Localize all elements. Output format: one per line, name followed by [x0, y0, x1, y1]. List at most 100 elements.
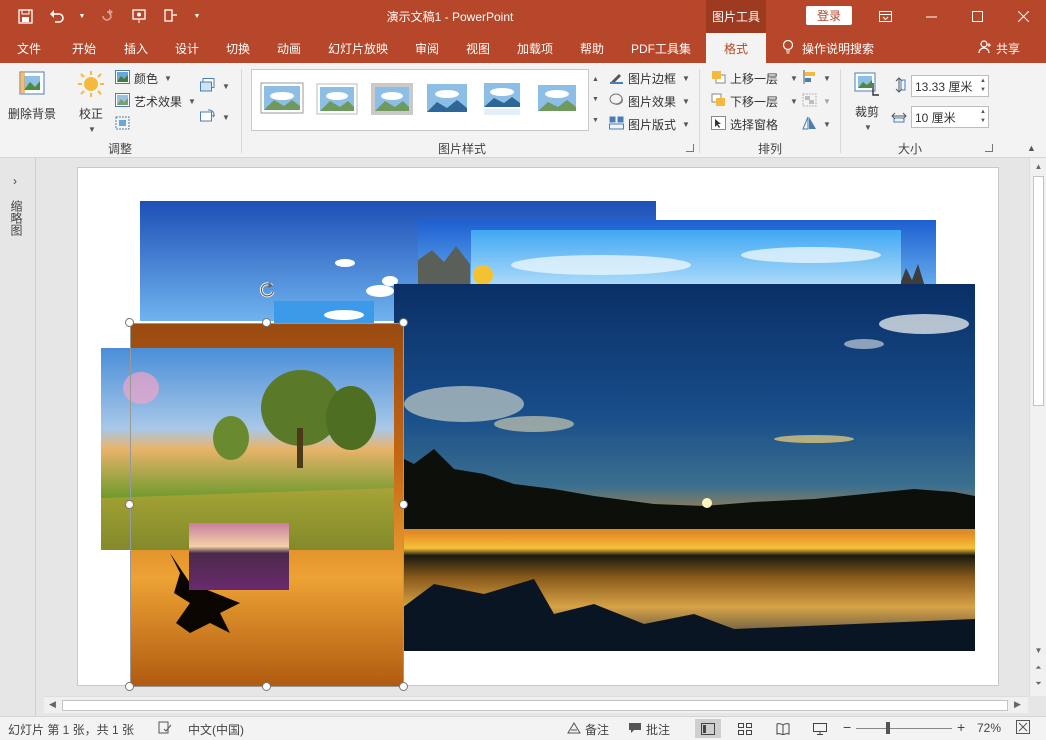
comments-button[interactable]: 批注 [628, 721, 670, 738]
fit-slide-icon[interactable] [1016, 720, 1030, 734]
dialog-launcher-icon[interactable] [686, 144, 694, 152]
picture-sunset-lake[interactable] [394, 284, 975, 651]
picture-style-thumbnail[interactable] [370, 82, 414, 118]
chevron-down-icon: ▼ [222, 82, 230, 91]
picture-small-sky[interactable] [274, 301, 374, 323]
picture-border-button[interactable]: 图片边框 ▼ [609, 70, 690, 87]
resize-handle-top-left[interactable] [125, 318, 134, 327]
artistic-effects-button[interactable]: 艺术效果 ▼ [115, 93, 196, 110]
resize-handle-bottom-right[interactable] [399, 682, 408, 691]
selection-pane-button[interactable]: 选择窗格 [711, 116, 778, 133]
picture-style-thumbnail[interactable] [535, 82, 579, 118]
horizontal-scroll-thumb[interactable] [62, 700, 1008, 711]
chevron-up-icon[interactable]: ▲ [592, 76, 599, 83]
resize-handle-top[interactable] [262, 318, 271, 327]
change-picture-button[interactable]: ▼ [200, 109, 230, 126]
slide-count-text[interactable]: 幻灯片 第 1 张，共 1 张 [8, 721, 134, 738]
shape-width-field[interactable]: 10 厘米 ▲ ▼ [911, 106, 989, 128]
signin-button[interactable]: 登录 [806, 6, 852, 25]
tab-format[interactable]: 格式 [706, 33, 766, 63]
slide-canvas[interactable] [77, 167, 999, 691]
picture-style-thumbnail[interactable] [260, 82, 304, 118]
next-slide-icon[interactable]: ⏷ [1030, 679, 1046, 689]
previous-slide-icon[interactable]: ⏶ [1030, 663, 1046, 673]
scroll-left-icon[interactable]: ◀ [49, 699, 56, 710]
horizontal-scrollbar[interactable]: ◀ ▶ [44, 696, 1028, 713]
vertical-scrollbar[interactable]: ▲ ▼ ⏶ ⏷ [1029, 158, 1046, 696]
tab-help[interactable]: 帮助 [580, 33, 604, 63]
gallery-scroll[interactable]: ▲ ▼ ▼ [588, 69, 602, 131]
picture-bright-sky[interactable] [471, 230, 901, 290]
collapse-ribbon-icon[interactable]: ▲ [1027, 143, 1036, 153]
tab-transitions[interactable]: 切换 [226, 33, 250, 63]
gallery-more-icon[interactable]: ▼ [592, 117, 599, 124]
close-icon[interactable] [1000, 0, 1046, 33]
tab-file[interactable]: 文件 [17, 33, 41, 63]
zoom-out-icon[interactable]: − [843, 719, 851, 735]
vertical-scroll-thumb[interactable] [1033, 176, 1044, 406]
tab-home[interactable]: 开始 [72, 33, 96, 63]
tab-insert[interactable]: 插入 [124, 33, 148, 63]
dialog-launcher-icon[interactable] [985, 144, 993, 152]
normal-view-button[interactable] [695, 719, 721, 738]
resize-handle-top-right[interactable] [399, 318, 408, 327]
group-objects-button[interactable]: ▼ [802, 93, 831, 110]
picture-style-thumbnail[interactable] [315, 82, 359, 118]
picture-layout-button[interactable]: 图片版式 ▼ [609, 116, 690, 133]
comment-icon [628, 722, 642, 737]
shape-height-field[interactable]: 13.33 厘米 ▲ ▼ [911, 75, 989, 97]
tab-addins[interactable]: 加载项 [517, 33, 553, 63]
picture-flower-field[interactable] [189, 523, 289, 590]
picture-style-thumbnail[interactable] [425, 82, 469, 118]
tab-pdf-tools[interactable]: PDF工具集 [631, 33, 691, 63]
resize-handle-bottom[interactable] [262, 682, 271, 691]
notes-button[interactable]: 备注 [567, 721, 609, 738]
resize-handle-left[interactable] [125, 500, 134, 509]
minimize-icon[interactable] [908, 0, 954, 33]
tab-slideshow[interactable]: 幻灯片放映 [328, 33, 388, 63]
slide-sorter-view-button[interactable] [732, 719, 758, 738]
maximize-icon[interactable] [954, 0, 1000, 33]
picture-colorful-landscape[interactable] [101, 348, 394, 550]
reading-view-button[interactable] [770, 719, 796, 738]
resize-handle-right[interactable] [399, 500, 408, 509]
compress-pictures-button[interactable]: ▼ [200, 78, 230, 95]
rotate-handle-icon[interactable] [257, 280, 277, 303]
spell-check-icon[interactable] [158, 721, 172, 734]
scroll-down-icon[interactable]: ▼ [1030, 646, 1046, 655]
corrections-button[interactable]: 校正 ▼ [76, 69, 106, 134]
language-indicator[interactable]: 中文(中国) [188, 721, 244, 738]
ribbon-separator [241, 69, 242, 153]
share-button[interactable]: 共享 [978, 33, 1020, 63]
picture-effects-button[interactable]: 图片效果 ▼ [609, 93, 690, 110]
picture-style-thumbnail[interactable] [480, 82, 524, 118]
align-button[interactable]: ▼ [802, 70, 831, 87]
bring-forward-button[interactable]: 上移一层 ▼ [711, 70, 798, 87]
zoom-slider-knob[interactable] [886, 722, 890, 734]
zoom-percent[interactable]: 72% [977, 721, 1001, 735]
tab-animations[interactable]: 动画 [277, 33, 301, 63]
rotate-button[interactable]: ▼ [802, 116, 831, 133]
send-backward-button[interactable]: 下移一层 ▼ [711, 93, 798, 110]
crop-button[interactable]: 裁剪 ▼ [853, 71, 881, 132]
resize-handle-bottom-left[interactable] [125, 682, 134, 691]
slideshow-view-button[interactable] [807, 719, 833, 738]
tell-me-search[interactable]: 操作说明搜索 [782, 33, 874, 63]
chevron-down-icon[interactable]: ▼ [592, 96, 599, 103]
ribbon-display-options-icon[interactable] [862, 0, 908, 33]
transparency-button[interactable] [115, 116, 130, 133]
zoom-in-icon[interactable]: + [957, 719, 965, 735]
tab-review[interactable]: 审阅 [415, 33, 439, 63]
zoom-slider[interactable] [856, 728, 952, 729]
remove-background-button[interactable]: 删除背景 [8, 69, 56, 122]
chevron-down-icon: ▼ [682, 120, 690, 129]
chevron-down-icon: ▼ [790, 97, 798, 106]
scroll-right-icon[interactable]: ▶ [1014, 699, 1021, 710]
tab-design[interactable]: 设计 [175, 33, 199, 63]
tab-view[interactable]: 视图 [466, 33, 490, 63]
scroll-up-icon[interactable]: ▲ [1030, 162, 1046, 171]
color-button[interactable]: 颜色 ▼ [115, 70, 172, 87]
expand-pane-icon[interactable]: › [13, 174, 17, 188]
spin-arrows-icon[interactable]: ▲ ▼ [980, 108, 986, 126]
spin-arrows-icon[interactable]: ▲ ▼ [980, 77, 986, 95]
